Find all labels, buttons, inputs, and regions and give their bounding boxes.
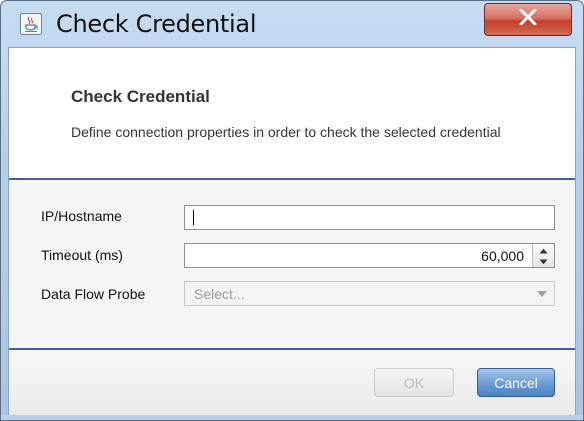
timeout-spinner[interactable]: 60,000 (184, 243, 555, 268)
ok-button[interactable]: OK (374, 368, 454, 397)
arrow-down-icon (539, 252, 548, 270)
ip-hostname-input[interactable] (184, 205, 555, 230)
spin-down-button[interactable] (533, 255, 554, 266)
ip-hostname-label: IP/Hostname (41, 208, 122, 224)
title-bar[interactable]: Check Credential (1, 1, 583, 47)
spinner-buttons (532, 244, 554, 267)
cancel-button[interactable]: Cancel (477, 368, 555, 397)
probe-placeholder: Select... (194, 286, 245, 302)
chevron-down-icon[interactable] (530, 282, 554, 305)
header-description: Define connection properties in order to… (71, 124, 501, 140)
dialog-window: Check Credential Check Credential Define… (0, 0, 584, 421)
window-bottom-border (1, 415, 583, 420)
dialog-content: Check Credential Define connection prope… (8, 47, 576, 420)
data-flow-probe-label: Data Flow Probe (41, 286, 146, 302)
java-cup-icon (20, 13, 42, 35)
window-title: Check Credential (56, 10, 257, 38)
timeout-value: 60,000 (481, 248, 524, 264)
text-cursor (193, 210, 194, 225)
dialog-header: Check Credential Define connection prope… (9, 48, 575, 176)
data-flow-probe-select[interactable]: Select... (184, 281, 555, 306)
header-title: Check Credential (71, 87, 210, 106)
close-icon (519, 8, 537, 30)
close-button[interactable] (484, 3, 572, 36)
timeout-label: Timeout (ms) (41, 247, 123, 263)
